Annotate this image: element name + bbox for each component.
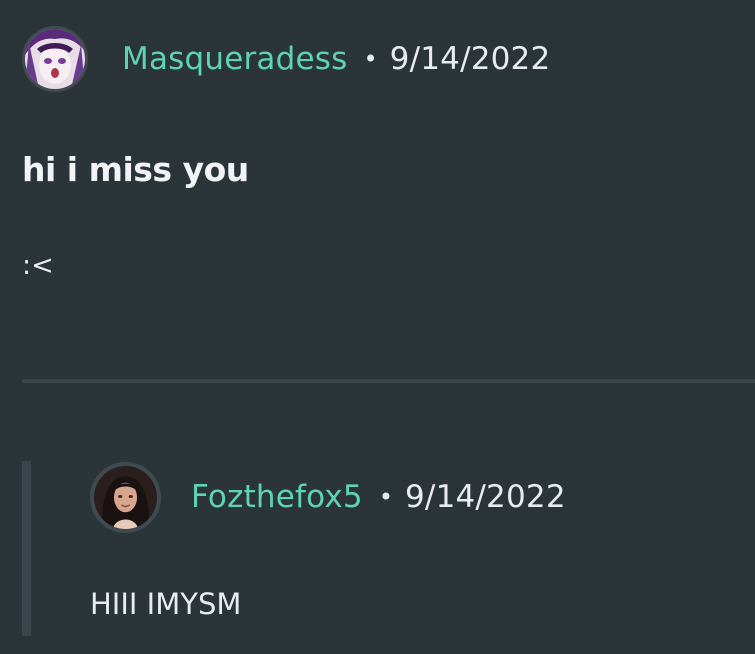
reply-body: HIII IMYSM bbox=[90, 587, 242, 621]
reply-comment: Fozthefox5 • 9/14/2022 HIII IMYSM bbox=[22, 461, 755, 636]
divider bbox=[22, 379, 755, 383]
post-title: hi i miss you bbox=[22, 150, 249, 189]
post-body: :< bbox=[22, 250, 54, 281]
reply-author-link[interactable]: Fozthefox5 bbox=[191, 479, 363, 515]
separator-dot: • bbox=[378, 483, 393, 511]
post-date: 9/14/2022 bbox=[389, 41, 551, 77]
post-author-link[interactable]: Masqueradess bbox=[122, 41, 348, 77]
anime-avatar-icon[interactable] bbox=[22, 26, 88, 92]
separator-dot: • bbox=[363, 45, 378, 73]
post-header: Masqueradess • 9/14/2022 bbox=[22, 24, 550, 94]
comment-thread: Masqueradess • 9/14/2022 hi i miss you :… bbox=[0, 0, 755, 654]
reply-header: Fozthefox5 • 9/14/2022 bbox=[90, 461, 566, 533]
reply-date: 9/14/2022 bbox=[405, 479, 566, 515]
photo-avatar-icon[interactable] bbox=[90, 461, 161, 533]
